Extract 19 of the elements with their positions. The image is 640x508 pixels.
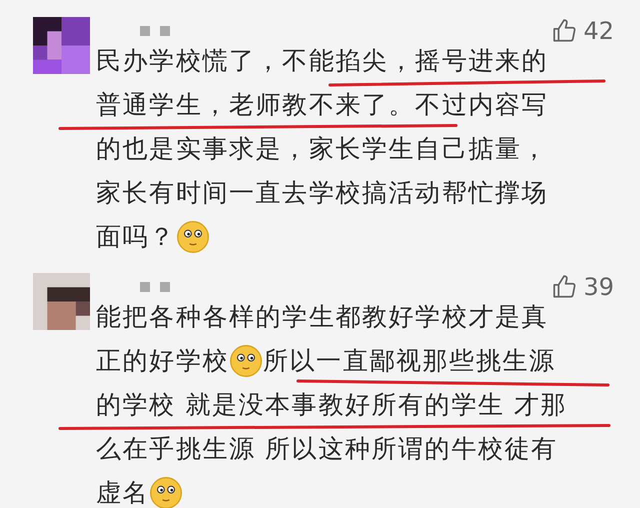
comment-text: 么在乎挑生源 所以这种所谓的牛校徒有 — [96, 434, 558, 464]
comment-text: 虚名 — [96, 478, 150, 508]
comment-text: 的学校 就是没本事教好所有的学生 才那 — [96, 390, 568, 420]
comment-text: 民办学校慌了，不能掐尖，摇号进来的 — [96, 46, 548, 76]
thumbs-up-icon[interactable] — [551, 274, 578, 300]
emoji-icon — [229, 344, 263, 378]
comment-text: 面吗？ — [96, 222, 176, 252]
comment-text: 普通学生，老师教不来了。不过内容写 — [96, 90, 548, 120]
like-count: 39 — [583, 273, 614, 301]
emoji-icon — [176, 220, 210, 254]
thumbs-up-icon[interactable] — [551, 18, 578, 44]
comment-text: 家长有时间一直去学校搞活动帮忙撑场 — [96, 178, 548, 208]
avatar-icon — [33, 273, 90, 330]
comment-text: 所以一直鄙视那些挑生源 — [263, 346, 556, 376]
comment-text: 的也是实事求是，家长学生自己掂量， — [96, 134, 548, 164]
comment-text: 能把各种各样的学生都教好学校才是真 — [96, 302, 548, 332]
like-count: 42 — [583, 17, 614, 45]
avatar-icon — [33, 17, 90, 74]
comment-text: 正的好学校 — [96, 346, 229, 376]
